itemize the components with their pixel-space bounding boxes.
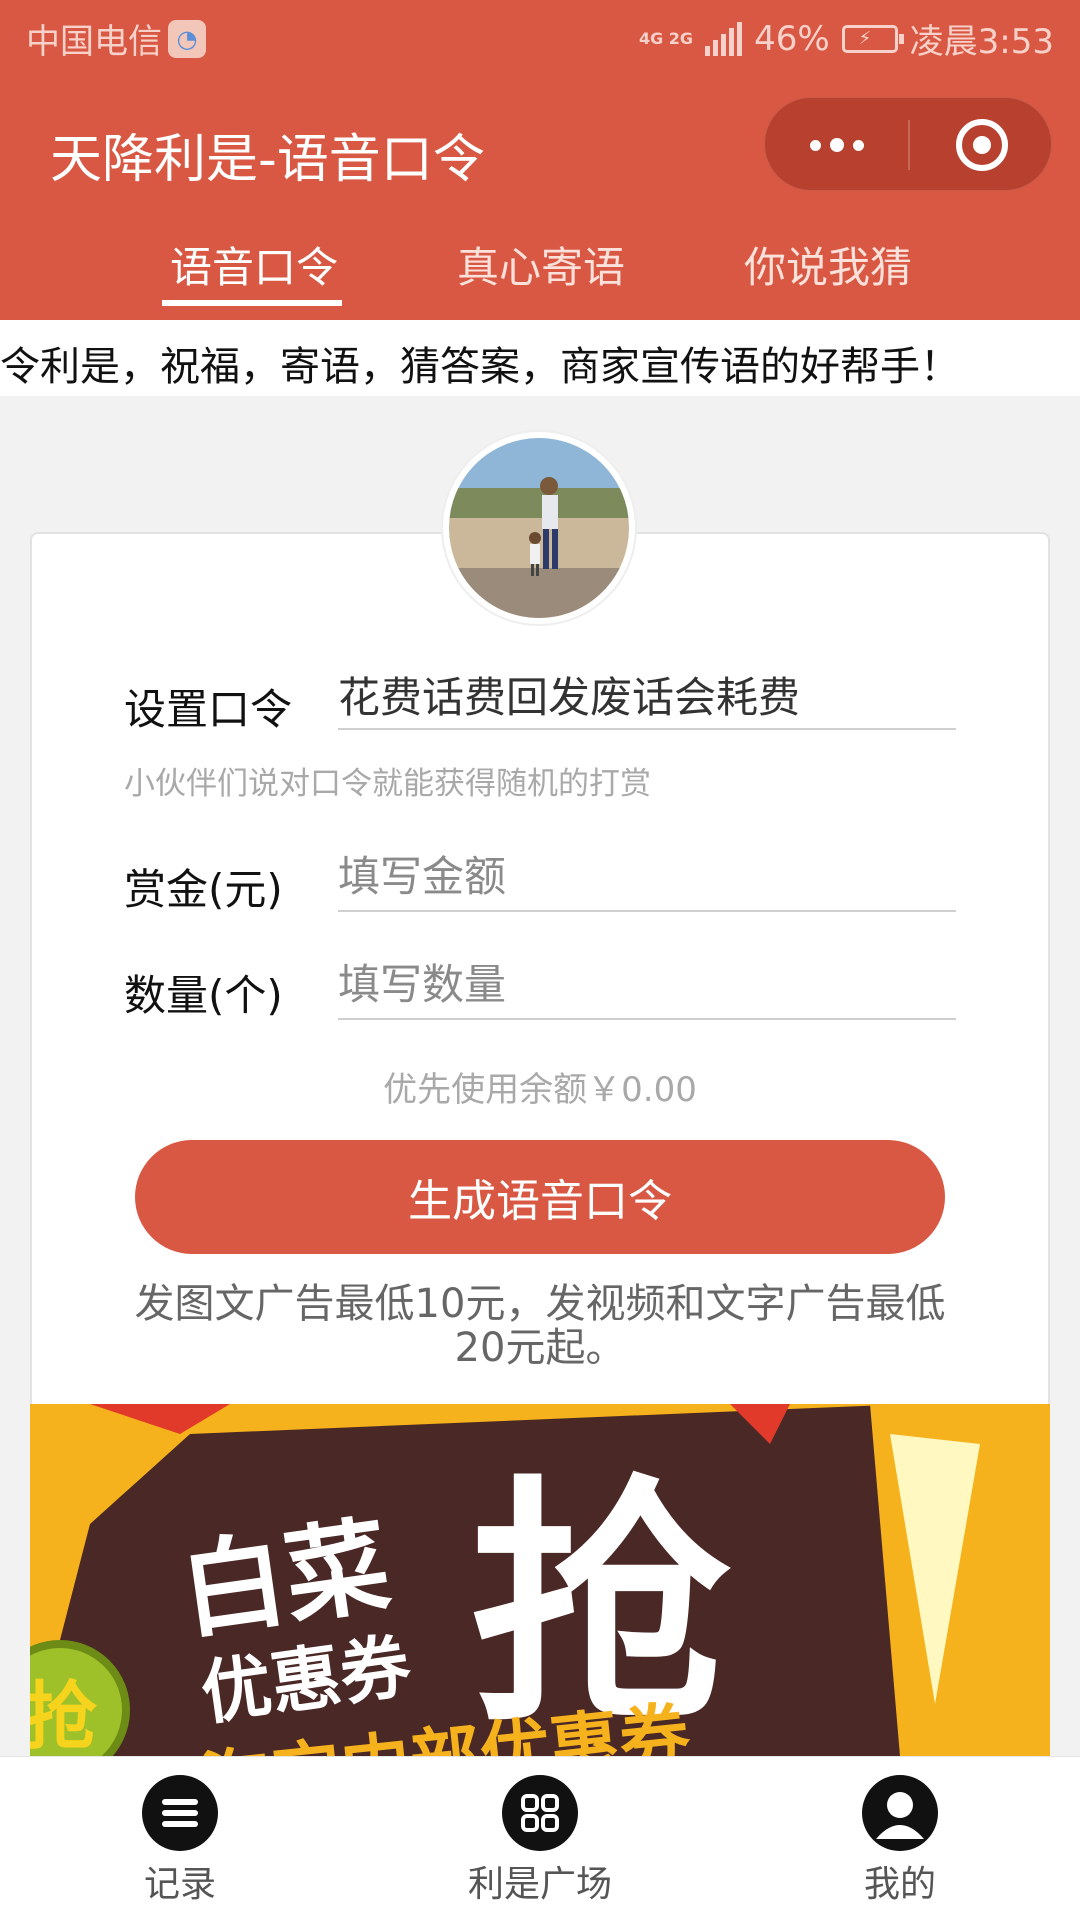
more-icon-dot [829,138,844,152]
marquee-text: 令利是，祝福，寄语，猜答案，商家宣传语的好帮手！ [0,344,960,390]
page-title: 天降利是-语音口令 [50,130,485,190]
status-bar: 中国电信 ◔ 4G 2G 46% ⚡ 凌晨3:53 [0,0,1080,72]
status-right: 4G 2G 46% ⚡ 凌晨3:53 [639,14,1054,63]
message-app-icon: ◔ [168,19,206,58]
amount-label: 赏金(元) [124,865,283,914]
password-hint: 小伙伴们说对口令就能获得随机的打赏 [124,766,651,802]
bottom-tab-label: 记录 [143,1864,216,1905]
bottom-tab-plaza[interactable]: 利是广场 [430,1775,650,1907]
mini-program-capsule [764,97,1052,191]
ad-pricing-note: 发图文广告最低10元，发视频和文字广告最低20元起。 [134,1281,946,1371]
password-input[interactable] [338,660,956,730]
network-type: 4G 2G [638,28,694,48]
user-icon [862,1775,938,1851]
announcement-marquee: 令利是，祝福，寄语，猜答案，商家宣传语的好帮手！ [0,320,1080,396]
carrier-name: 中国电信 [26,22,162,62]
clock: 凌晨3:53 [909,22,1054,62]
status-left: 中国电信 ◔ [26,14,206,63]
quantity-label: 数量(个) [124,971,283,1020]
nav-bar: 天降利是-语音口令 [0,72,1080,220]
avatar[interactable] [449,438,629,618]
tab-bar: 语音口令 真心寄语 你说我猜 [0,220,1080,320]
bottom-tab-label: 我的 [863,1864,936,1905]
tab-guess-game[interactable]: 你说我猜 [744,234,912,295]
amount-input[interactable] [338,842,956,912]
quantity-input[interactable] [338,950,956,1020]
bottom-tab-records[interactable]: 记录 [70,1775,290,1907]
more-icon [809,139,821,151]
battery-percent: 46% [754,18,830,59]
tab-sincere-message[interactable]: 真心寄语 [457,234,625,295]
promo-banner[interactable]: 抢 白菜 优惠券 淘宝内部优惠券 抢 [30,1404,1050,1756]
list-icon [142,1775,218,1851]
bottom-tab-mine[interactable]: 我的 [790,1775,1010,1907]
password-label: 设置口令 [124,685,293,734]
grid-icon [502,1775,578,1851]
avatar-frame [441,430,637,626]
battery-icon: ⚡ [841,24,904,53]
more-button[interactable] [765,98,908,192]
balance-text: 优先使用余额￥0.00 [383,1070,697,1110]
target-icon [955,119,1008,171]
more-icon-dot [852,139,864,151]
bottom-tab-bar: 记录 利是广场 我的 [0,1756,1080,1920]
bottom-tab-label: 利是广场 [467,1864,612,1905]
avatar-image [449,438,629,618]
tab-voice-password[interactable]: 语音口令 [170,234,338,295]
active-tab-indicator [162,300,342,306]
signal-icon [705,21,743,56]
close-button[interactable] [910,98,1053,192]
generate-voice-password-button[interactable]: 生成语音口令 [135,1140,945,1254]
